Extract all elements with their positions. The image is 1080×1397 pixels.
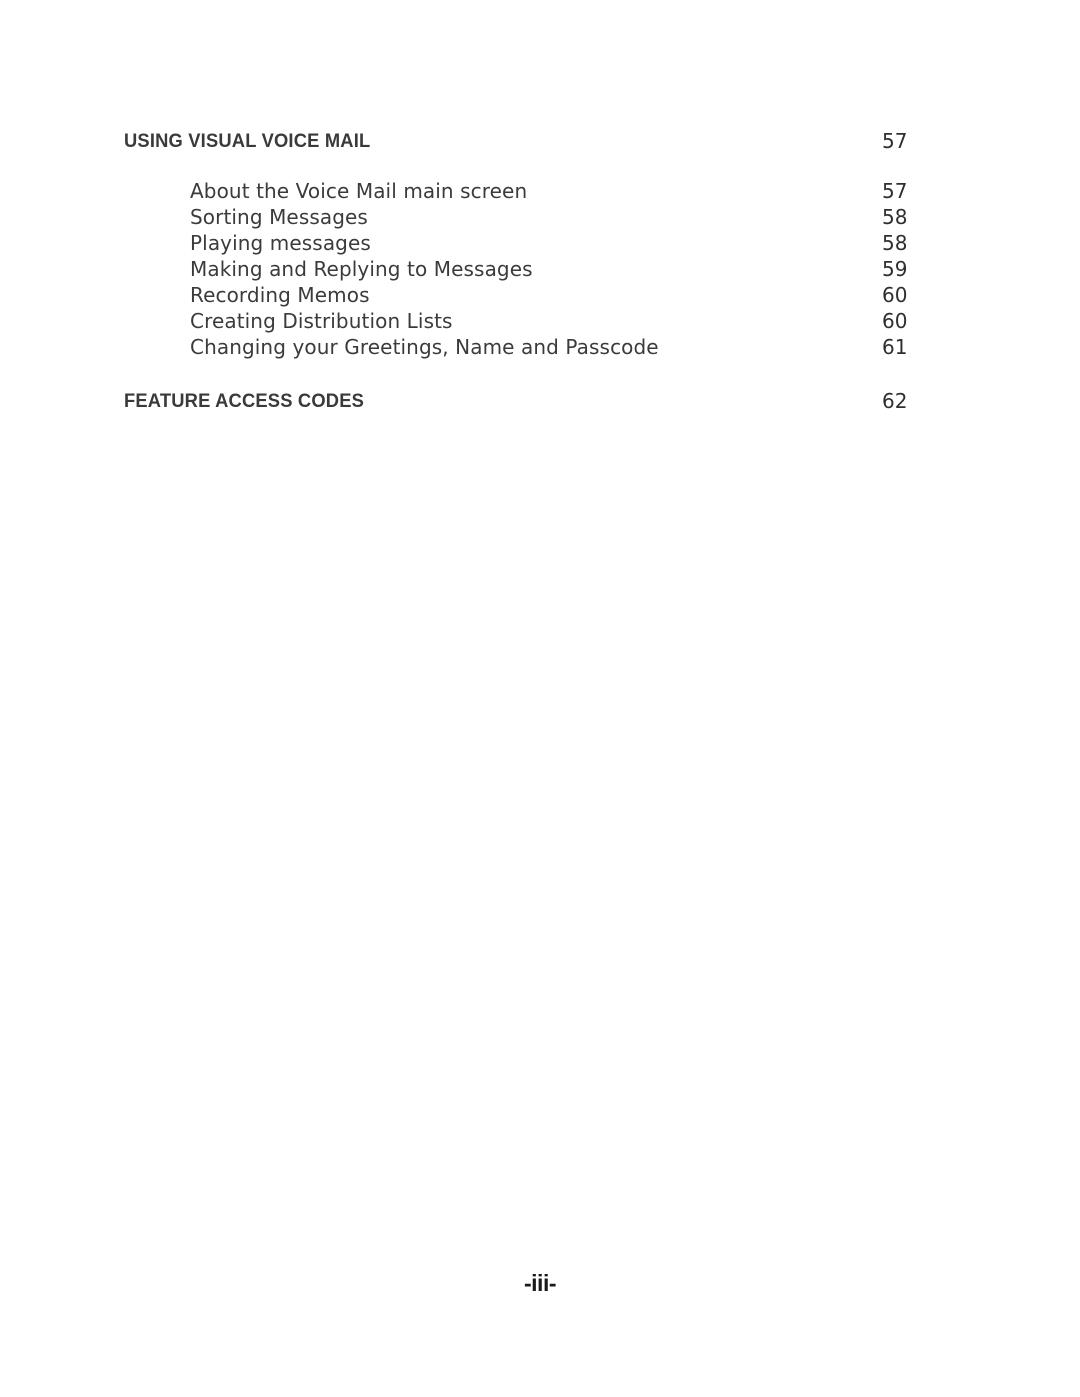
toc-entry[interactable]: Changing your Greetings, Name and Passco… [124,334,954,360]
toc-entry-label: Making and Replying to Messages [190,257,533,281]
toc-section-heading[interactable]: FEATURE ACCESS CODES 62 [124,386,954,416]
page-number-marker: -iii- [524,1270,557,1296]
toc-entry[interactable]: Creating Distribution Lists 60 [124,308,954,334]
toc-entry-page-number: 59 [882,257,908,281]
toc-section-title: USING VISUAL VOICE MAIL [124,130,371,152]
toc-entry-label: Creating Distribution Lists [190,309,453,333]
toc-entry-label: Playing messages [190,231,371,255]
toc-entry[interactable]: Sorting Messages 58 [124,204,954,230]
toc-entry[interactable]: About the Voice Mail main screen 57 [124,178,954,204]
toc-section-heading[interactable]: USING VISUAL VOICE MAIL 57 [124,126,954,156]
toc-section-page-number: 57 [882,129,908,153]
toc-entry-label: Recording Memos [190,283,370,307]
toc-entry-page-number: 57 [882,179,908,203]
document-page: USING VISUAL VOICE MAIL 57 About the Voi… [0,0,1080,1397]
toc-entry-page-number: 60 [882,309,908,333]
toc-entry-page-number: 60 [882,283,908,307]
toc-entry[interactable]: Making and Replying to Messages 59 [124,256,954,282]
toc-entry[interactable]: Recording Memos 60 [124,282,954,308]
toc-entry-page-number: 61 [882,335,908,359]
toc-entry-page-number: 58 [882,231,908,255]
table-of-contents: USING VISUAL VOICE MAIL 57 About the Voi… [124,126,954,416]
toc-entry-label: Changing your Greetings, Name and Passco… [190,335,659,359]
toc-entry-page-number: 58 [882,205,908,229]
toc-entry-label: About the Voice Mail main screen [190,179,528,203]
toc-entry-label: Sorting Messages [190,205,368,229]
toc-entry[interactable]: Playing messages 58 [124,230,954,256]
toc-section-page-number: 62 [882,389,908,413]
toc-section-title: FEATURE ACCESS CODES [124,390,365,412]
